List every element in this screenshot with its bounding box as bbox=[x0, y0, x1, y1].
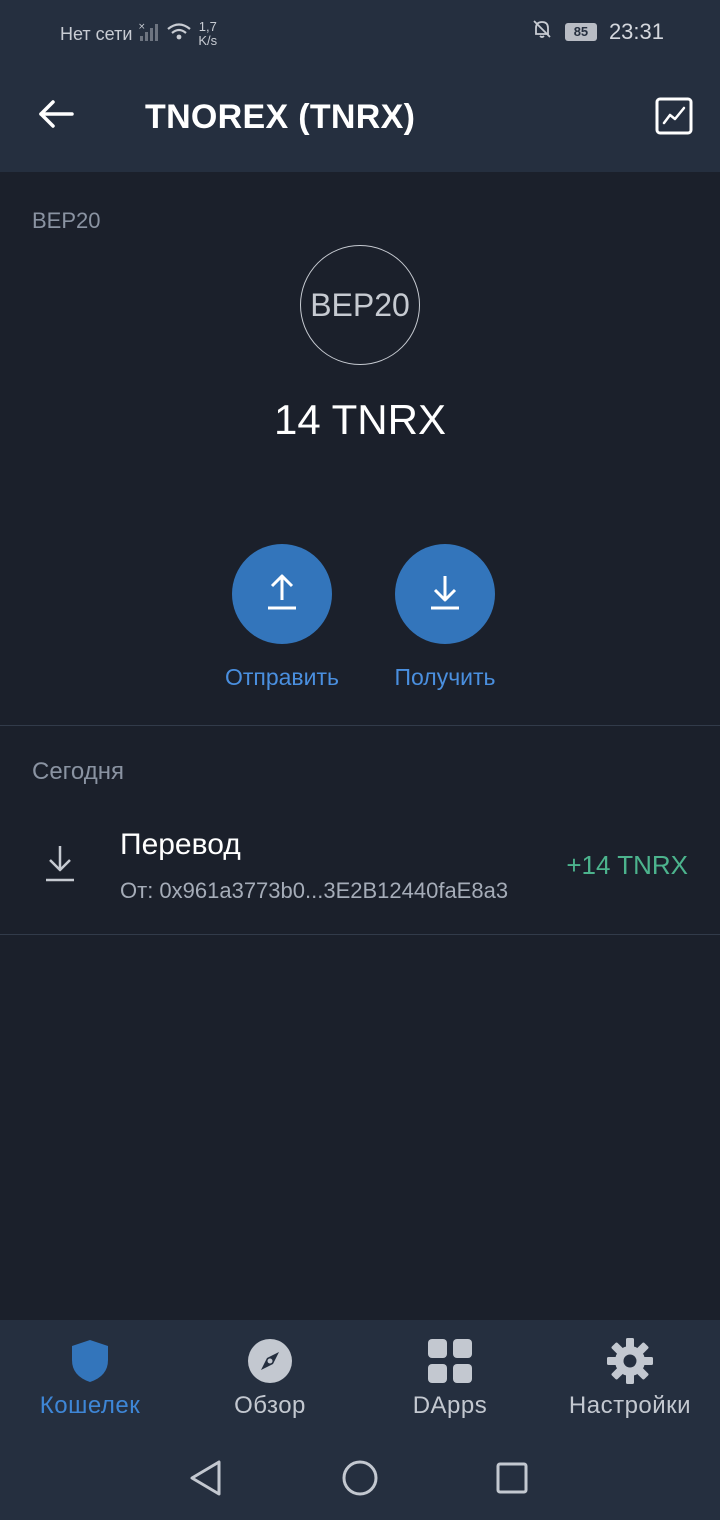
back-button[interactable] bbox=[32, 92, 80, 140]
price-chart-button[interactable] bbox=[654, 96, 694, 136]
send-label: Отправить bbox=[224, 664, 340, 690]
nav-item-wallet[interactable]: Кошелек bbox=[0, 1336, 180, 1420]
status-right: 85 23:31 bbox=[531, 18, 664, 45]
circle-home-icon bbox=[341, 1459, 379, 1502]
date-header: Сегодня bbox=[32, 758, 124, 785]
send-button[interactable]: Отправить bbox=[212, 544, 352, 691]
compass-icon bbox=[245, 1336, 295, 1386]
nav-item-browser[interactable]: Обзор bbox=[180, 1336, 360, 1420]
net-speed: 1,7 K/s bbox=[198, 20, 217, 48]
status-bar: Нет сети × 1,7 K/s 85 23:31 bbox=[0, 0, 720, 62]
arrow-left-icon bbox=[38, 99, 74, 134]
app-bar: TNOREX (TNRX) bbox=[0, 62, 720, 172]
bottom-nav: Кошелек Обзор DApps Настройки bbox=[0, 1320, 720, 1440]
section-divider bbox=[0, 725, 720, 726]
bell-off-icon bbox=[531, 18, 553, 45]
chart-icon bbox=[654, 97, 694, 140]
battery-indicator: 85 bbox=[564, 22, 597, 41]
transaction-divider bbox=[0, 934, 720, 935]
token-balance: 14 TNRX bbox=[274, 396, 446, 443]
system-home-button[interactable] bbox=[338, 1458, 382, 1502]
shield-icon bbox=[65, 1336, 115, 1386]
square-recents-icon bbox=[495, 1461, 529, 1500]
download-arrow-icon bbox=[427, 572, 463, 617]
receive-tx-icon bbox=[42, 842, 78, 884]
transaction-title: Перевод bbox=[120, 828, 241, 861]
transaction-row[interactable]: Перевод От: 0x961a3773b0...3E2B12440faE8… bbox=[0, 810, 720, 934]
receive-label: Получить bbox=[394, 664, 496, 690]
token-logo-text: BEP20 bbox=[310, 286, 410, 323]
nav-label-dapps: DApps bbox=[412, 1392, 488, 1419]
receive-circle[interactable] bbox=[395, 544, 495, 644]
nav-item-dapps[interactable]: DApps bbox=[360, 1336, 540, 1420]
carrier-text: Нет сети bbox=[60, 23, 133, 44]
transaction-address: От: 0x961a3773b0...3E2B12440faE8a3 bbox=[120, 878, 509, 903]
gear-icon bbox=[605, 1336, 655, 1386]
token-logo: BEP20 bbox=[300, 245, 420, 365]
net-speed-value: 1,7 bbox=[198, 19, 217, 34]
transaction-amount: +14 TNRX bbox=[566, 850, 688, 880]
svg-text:×: × bbox=[138, 22, 146, 32]
nav-label-settings: Настройки bbox=[568, 1392, 692, 1419]
signal-icon: × bbox=[138, 22, 160, 47]
nav-label-browser: Обзор bbox=[234, 1392, 306, 1419]
page-title: TNOREX (TNRX) bbox=[145, 98, 416, 136]
grid-icon bbox=[425, 1336, 475, 1386]
receive-button[interactable]: Получить bbox=[375, 544, 515, 691]
triangle-back-icon bbox=[189, 1460, 223, 1501]
system-recents-button[interactable] bbox=[490, 1458, 534, 1502]
system-back-button[interactable] bbox=[184, 1458, 228, 1502]
net-speed-unit: K/s bbox=[198, 33, 218, 48]
system-nav-bar bbox=[0, 1440, 720, 1520]
nav-item-settings[interactable]: Настройки bbox=[540, 1336, 720, 1420]
network-label: BEP20 bbox=[32, 208, 101, 233]
upload-arrow-icon bbox=[264, 572, 300, 617]
nav-label-wallet: Кошелек bbox=[39, 1392, 141, 1419]
status-left: Нет сети × 1,7 K/s bbox=[60, 20, 217, 48]
send-circle[interactable] bbox=[232, 544, 332, 644]
wifi-icon bbox=[166, 22, 192, 47]
clock: 23:31 bbox=[608, 18, 664, 44]
